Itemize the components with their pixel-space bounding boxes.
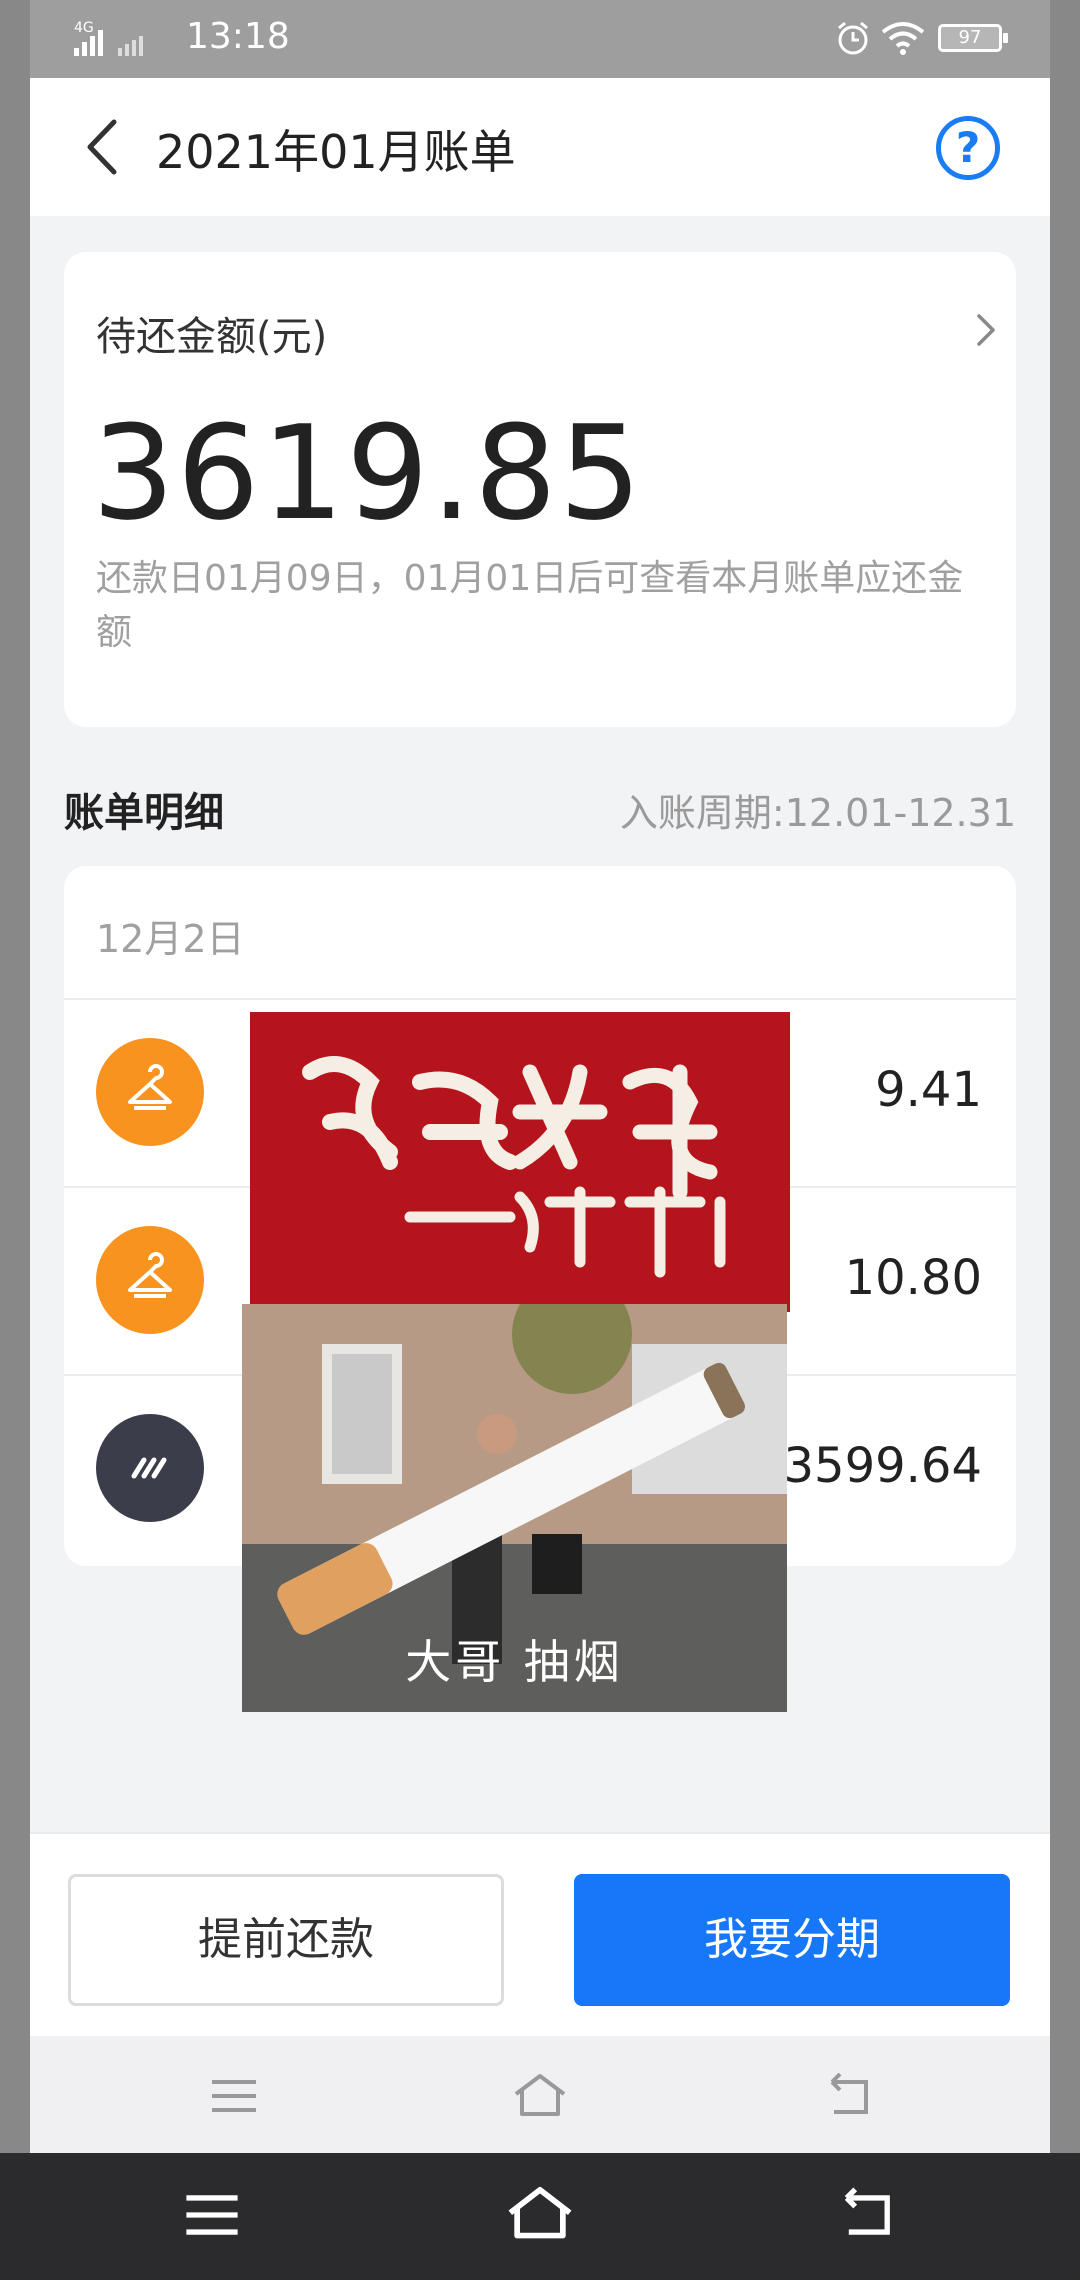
system-nav-bar (0, 2153, 1080, 2280)
home-icon[interactable] (510, 2068, 570, 2124)
svg-text:4G: 4G (74, 20, 94, 36)
details-title: 账单明细 (64, 790, 224, 836)
wifi-icon (881, 22, 925, 55)
chevron-right-icon[interactable] (974, 310, 998, 350)
amount-label: 待还金额(元) (96, 314, 328, 360)
merchant-avatar (96, 1038, 204, 1146)
gratitude-banner-image (250, 1012, 790, 1312)
back-button[interactable] (74, 114, 134, 180)
amount-card[interactable]: 待还金额(元) 3619.85 还款日01月09日，01月01日后可查看本月账单… (64, 252, 1016, 727)
alarm-icon (838, 21, 868, 55)
meme-photo-image: 大哥 抽烟 (242, 1304, 787, 1712)
status-bar: 4G 13:18 97 (30, 0, 1050, 78)
menu-icon[interactable] (180, 2183, 244, 2247)
phone-screen: 4G 13:18 97 2021年01月账单 ? 待还金额(元) 3619.85… (30, 0, 1050, 2153)
details-period: 入账周期:12.01-12.31 (619, 791, 1016, 835)
installment-button[interactable]: 我要分期 (574, 1874, 1010, 2006)
status-time: 13:18 (186, 16, 290, 57)
help-button[interactable]: ? (936, 116, 1000, 180)
page-title: 2021年01月账单 (156, 125, 516, 179)
signal-icon: 4G (74, 20, 143, 56)
date-label: 12月2日 (96, 917, 245, 961)
amount-value: 3619.85 (92, 397, 644, 549)
amount-note: 还款日01月09日，01月01日后可查看本月账单应还金额 (96, 558, 964, 653)
transaction-amount: 3599.64 (783, 1438, 983, 1494)
action-bar: 提前还款 我要分期 (30, 1832, 1050, 2036)
hanger-icon (128, 1064, 172, 1110)
home-icon[interactable] (504, 2183, 576, 2247)
merchant-avatar (96, 1414, 204, 1522)
inner-nav-bar (30, 2036, 1050, 2153)
hanger-icon (128, 1252, 172, 1298)
back-nav-icon[interactable] (820, 2068, 880, 2124)
menu-icon[interactable] (204, 2068, 264, 2124)
date-header: 12月2日 (64, 866, 1016, 1000)
chevron-left-icon (87, 119, 117, 175)
transaction-amount: 10.80 (844, 1250, 982, 1306)
question-circle-icon: ? (955, 123, 981, 172)
battery-indicator: 97 (938, 24, 1008, 52)
meme-caption: 大哥 抽烟 (405, 1635, 624, 1689)
merchant-avatar (96, 1226, 204, 1334)
app-header: 2021年01月账单 ? (30, 78, 1050, 216)
stripes-icon (131, 1457, 167, 1479)
transaction-amount: 9.41 (875, 1062, 982, 1118)
back-nav-icon[interactable] (836, 2183, 900, 2247)
prepay-button[interactable]: 提前还款 (68, 1874, 504, 2006)
calligraphy-art (250, 1012, 790, 1312)
